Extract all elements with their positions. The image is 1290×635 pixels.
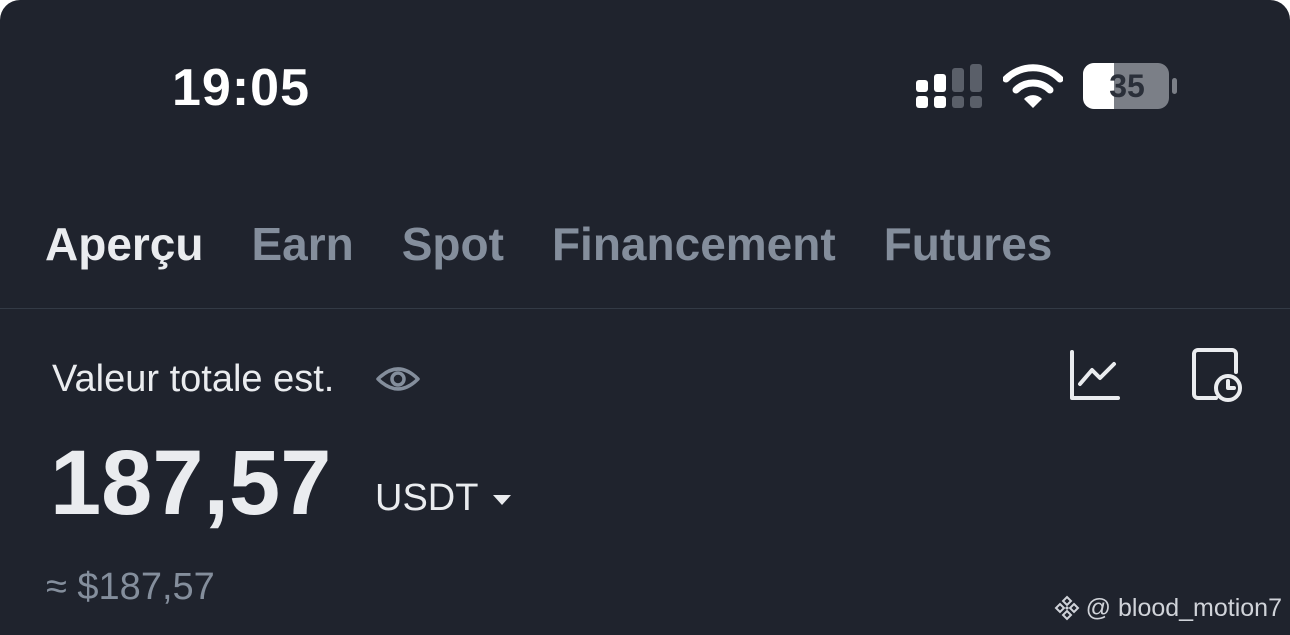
signal-icon [916, 64, 982, 108]
tab-earn[interactable]: Earn [251, 214, 353, 274]
caret-down-icon [493, 495, 512, 505]
history-icon[interactable] [1190, 348, 1246, 404]
eye-icon[interactable] [376, 362, 420, 396]
watermark-handle: @ blood_motion7 [1085, 594, 1282, 622]
binance-logo-icon [1054, 595, 1080, 621]
pnl-chart-icon[interactable] [1068, 348, 1122, 402]
status-time: 19:05 [172, 59, 310, 117]
app-screen: 19:05 35 Aperçu Earn Spot Financement Fu… [0, 0, 1290, 635]
currency-selector[interactable]: USDT [375, 474, 512, 522]
tabs-divider [0, 308, 1290, 309]
total-balance-amount: 187,57 [50, 432, 332, 534]
battery-level: 35 [1109, 68, 1145, 104]
fiat-approx-value: ≈ $187,57 [46, 566, 215, 608]
watermark: @ blood_motion7 [1054, 593, 1282, 623]
account-tabs: Aperçu Earn Spot Financement Futures [45, 214, 1052, 274]
balance-label: Valeur totale est. [52, 358, 335, 400]
tab-futures[interactable]: Futures [884, 214, 1053, 274]
tab-spot[interactable]: Spot [402, 214, 504, 274]
currency-label: USDT [375, 477, 479, 519]
tab-financement[interactable]: Financement [552, 214, 836, 274]
tab-apercu[interactable]: Aperçu [45, 214, 203, 274]
wifi-icon [1003, 64, 1063, 108]
